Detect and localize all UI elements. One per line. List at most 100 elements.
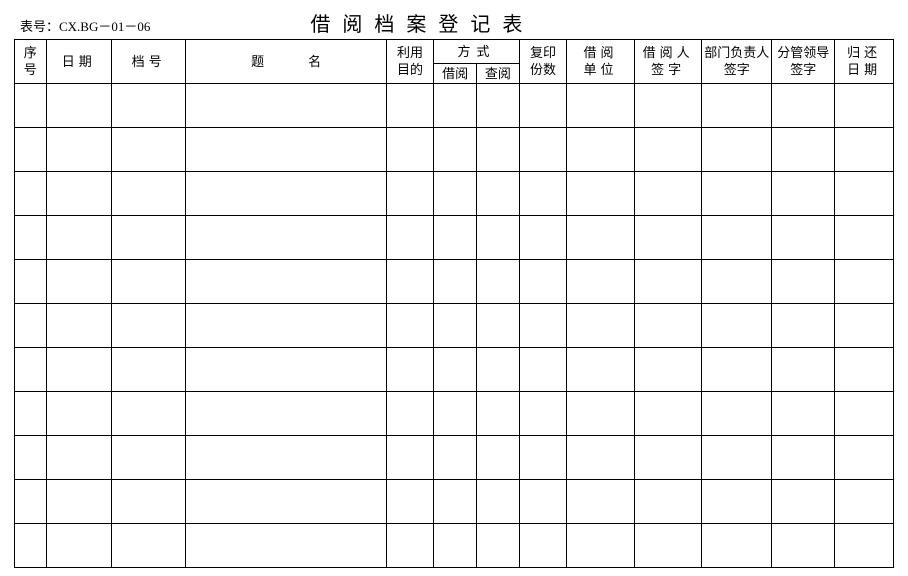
cell (386, 216, 433, 260)
cell (477, 128, 520, 172)
cell (634, 128, 702, 172)
cell (15, 172, 47, 216)
cell (634, 392, 702, 436)
table-row (15, 260, 894, 304)
cell (386, 348, 433, 392)
col-method-read: 查阅 (477, 64, 520, 84)
cell (434, 84, 477, 128)
cell (46, 348, 111, 392)
cell (567, 128, 635, 172)
cell (46, 304, 111, 348)
cell (434, 172, 477, 216)
cell (567, 304, 635, 348)
col-unit: 借阅单位 (567, 40, 635, 84)
cell (835, 172, 894, 216)
cell (46, 480, 111, 524)
cell (567, 260, 635, 304)
cell (634, 436, 702, 480)
table-row (15, 436, 894, 480)
cell (46, 172, 111, 216)
cell (434, 480, 477, 524)
col-seq: 序号 (15, 40, 47, 84)
cell (386, 304, 433, 348)
cell (519, 436, 566, 480)
cell (186, 436, 387, 480)
cell (702, 392, 772, 436)
cell (519, 172, 566, 216)
cell (15, 216, 47, 260)
cell (386, 260, 433, 304)
cell (386, 436, 433, 480)
cell (702, 436, 772, 480)
cell (434, 348, 477, 392)
cell (835, 480, 894, 524)
form-number: 表号：CX.BG－01－06 (14, 16, 150, 37)
col-borrower-sign: 借阅人签字 (634, 40, 702, 84)
table-row (15, 172, 894, 216)
cell (634, 304, 702, 348)
cell (111, 304, 185, 348)
col-method-borrow: 借阅 (434, 64, 477, 84)
col-date: 日期 (46, 40, 111, 84)
cell (434, 436, 477, 480)
cell (634, 348, 702, 392)
cell (835, 436, 894, 480)
cell (434, 216, 477, 260)
cell (835, 84, 894, 128)
cell (835, 260, 894, 304)
cell (702, 216, 772, 260)
cell (111, 84, 185, 128)
cell (186, 524, 387, 568)
table-row (15, 524, 894, 568)
cell (835, 128, 894, 172)
cell (186, 260, 387, 304)
cell (634, 216, 702, 260)
cell (111, 216, 185, 260)
cell (519, 348, 566, 392)
cell (386, 392, 433, 436)
cell (519, 524, 566, 568)
cell (835, 216, 894, 260)
cell (772, 172, 835, 216)
cell (567, 436, 635, 480)
cell (772, 524, 835, 568)
cell (434, 304, 477, 348)
table-row (15, 216, 894, 260)
cell (386, 84, 433, 128)
cell (702, 480, 772, 524)
cell (772, 260, 835, 304)
cell (46, 84, 111, 128)
cell (434, 260, 477, 304)
table-row (15, 392, 894, 436)
cell (772, 84, 835, 128)
col-title: 题名 (186, 40, 387, 84)
cell (772, 216, 835, 260)
col-doc-no: 档号 (111, 40, 185, 84)
cell (519, 480, 566, 524)
cell (567, 172, 635, 216)
col-method: 方式 (434, 40, 520, 64)
cell (634, 260, 702, 304)
cell (477, 348, 520, 392)
cell (386, 172, 433, 216)
cell (46, 216, 111, 260)
cell (111, 436, 185, 480)
col-copies: 复印份数 (519, 40, 566, 84)
cell (477, 436, 520, 480)
cell (519, 260, 566, 304)
cell (634, 524, 702, 568)
cell (702, 84, 772, 128)
table-row (15, 128, 894, 172)
cell (46, 524, 111, 568)
cell (567, 348, 635, 392)
cell (111, 260, 185, 304)
cell (772, 392, 835, 436)
page-title: 借阅档案登记表 (310, 8, 534, 37)
cell (567, 84, 635, 128)
cell (15, 260, 47, 304)
cell (772, 436, 835, 480)
table-header: 序号 日期 档号 题名 利用目的 方式 复印份数 借阅单位 借阅人签字 部门负责… (15, 40, 894, 84)
cell (567, 392, 635, 436)
cell (567, 216, 635, 260)
cell (477, 524, 520, 568)
